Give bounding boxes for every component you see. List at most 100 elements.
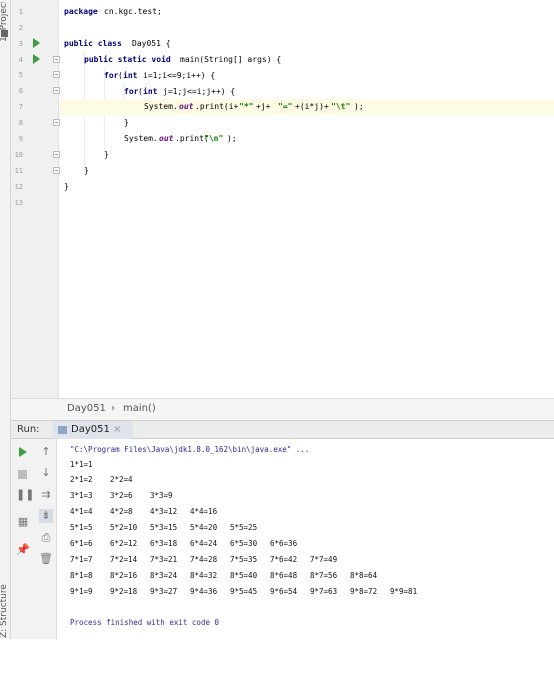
code-line-11: } (60, 163, 554, 179)
run-main-gutter-icon[interactable] (33, 54, 40, 64)
fold-end-icon[interactable] (53, 151, 60, 158)
output-cell: 3*1=3 (70, 491, 93, 500)
code-line-9: System. out .print( "\n" ); (60, 131, 554, 147)
output-cell: 8*3=24 (150, 571, 178, 580)
up-button[interactable]: ↑ (39, 445, 53, 459)
run-toolbar-primary: ❚❚ ▦ 📌 (11, 439, 35, 639)
line-number: 7 (18, 103, 23, 111)
output-row-9: 9*1=9 9*2=18 9*3=27 9*4=36 9*5=45 9*6=54… (70, 587, 417, 697)
output-cell: 7*1=7 (70, 555, 93, 564)
run-panel-header: Run: Day051 × (11, 420, 554, 439)
code-line-4: public static void main(String[] args) { (60, 52, 554, 68)
output-cell: 4*4=16 (190, 507, 218, 516)
layout-button[interactable]: ▦ (16, 515, 30, 529)
soft-wrap-icon: ⇉ (41, 488, 51, 501)
stop-icon (18, 470, 27, 479)
run-tab-label: Day051 (71, 424, 110, 435)
output-cell: 8*4=32 (190, 571, 218, 580)
field-out: out (159, 134, 174, 143)
pin-button[interactable]: 📌 (16, 543, 30, 557)
run-toolbar-secondary: ↑ ↓ ⇉ ⇟ ⎙ 🗑 (35, 439, 57, 639)
keyword: public static void (84, 55, 171, 64)
pause-icon: ❚❚ (16, 488, 35, 501)
console-exit-message: Process finished with exit code 0 (70, 618, 220, 627)
line-number: 10 (14, 151, 23, 159)
output-cell: 6*3=18 (150, 539, 178, 548)
code-text: ); (227, 134, 237, 143)
code-line-1: package cn.kgc.test; (60, 4, 554, 20)
run-label: Run: (17, 424, 40, 435)
code-line-3: public class Day051 { (60, 36, 554, 52)
code-text: } (64, 182, 69, 191)
output-cell: 9*1=9 (70, 587, 93, 596)
line-number: 13 (14, 199, 23, 207)
output-cell: 8*6=48 (270, 571, 298, 580)
fold-end-icon[interactable] (53, 119, 60, 126)
code-line-12: } (60, 179, 554, 195)
breadcrumb: Day051 › main() (11, 398, 554, 420)
fold-loop-icon[interactable] (53, 71, 60, 78)
output-cell: 5*4=20 (190, 523, 218, 532)
close-icon[interactable]: × (113, 424, 121, 435)
left-tool-strip: 1: Project Z: Structure (0, 0, 11, 639)
output-cell: 4*1=4 (70, 507, 93, 516)
line-number: 3 (18, 40, 23, 48)
print-button[interactable]: ⎙ (39, 531, 53, 545)
down-button[interactable]: ↓ (39, 466, 53, 480)
code-text: System. (124, 134, 158, 143)
run-tab-day051[interactable]: Day051 × (53, 421, 133, 439)
keyword: int (143, 87, 158, 96)
output-cell: 7*7=49 (310, 555, 338, 564)
trash-icon: 🗑 (39, 552, 53, 565)
structure-tool-tab[interactable]: Z: Structure (0, 582, 11, 638)
breadcrumb-separator: › (111, 403, 115, 414)
code-text: .print(i+ (195, 102, 239, 111)
run-class-gutter-icon[interactable] (33, 38, 40, 48)
code-text: } (124, 118, 129, 127)
breadcrumb-method[interactable]: main() (123, 403, 156, 414)
fold-method-icon[interactable] (53, 56, 60, 63)
code-text: cn.kgc.test; (104, 7, 162, 16)
console-icon (58, 426, 67, 434)
line-number: 6 (18, 87, 23, 95)
keyword: public class (64, 39, 122, 48)
breadcrumb-class[interactable]: Day051 (67, 403, 106, 414)
output-cell: 9*3=27 (150, 587, 178, 596)
up-arrow-icon: ↑ (41, 445, 51, 458)
code-text: } (104, 150, 109, 159)
pause-button[interactable]: ❚❚ (16, 488, 34, 502)
output-cell: 2*1=2 (70, 475, 93, 484)
down-arrow-icon: ↓ (41, 466, 51, 479)
output-cell: 9*2=18 (110, 587, 138, 596)
output-cell: 9*6=54 (270, 587, 298, 596)
soft-wrap-button[interactable]: ⇉ (39, 488, 53, 502)
line-number: 12 (14, 183, 23, 191)
output-cell: 9*7=63 (310, 587, 338, 596)
stop-button[interactable] (16, 467, 30, 481)
output-cell: 7*6=42 (270, 555, 298, 564)
output-cell: 5*3=15 (150, 523, 178, 532)
output-cell: 3*2=6 (110, 491, 133, 500)
project-tab-icon (1, 30, 8, 37)
code-area[interactable]: package cn.kgc.test; public class Day051… (60, 0, 554, 398)
string-literal: "=" (278, 102, 293, 111)
rerun-button[interactable] (16, 445, 30, 459)
line-number: 11 (14, 167, 23, 175)
string-literal: "\t" (331, 102, 351, 111)
code-editor[interactable]: 1 2 3 4 5 6 7 8 9 10 11 12 13 package cn… (11, 0, 554, 398)
clear-button[interactable]: 🗑 (39, 552, 53, 566)
code-text: j=1;j<=i;j++) { (163, 87, 236, 96)
code-text: +(i*j)+ (295, 102, 329, 111)
code-line-5: for ( int i=1;i<=9;i++) { (60, 68, 554, 84)
console-output[interactable]: "C:\Program Files\Java\jdk1.8.0_162\bin\… (57, 439, 554, 639)
output-cell: 6*5=30 (230, 539, 258, 548)
fold-end-icon[interactable] (53, 167, 60, 174)
pin-icon: 📌 (16, 543, 30, 556)
output-cell: 2*2=4 (110, 475, 133, 484)
output-cell: 6*1=6 (70, 539, 93, 548)
fold-inner-loop-icon[interactable] (53, 87, 60, 94)
keyword: package (64, 7, 98, 16)
scroll-to-end-button[interactable]: ⇟ (39, 509, 53, 523)
keyword: for (104, 71, 119, 80)
scroll-to-end-icon: ⇟ (41, 509, 51, 522)
